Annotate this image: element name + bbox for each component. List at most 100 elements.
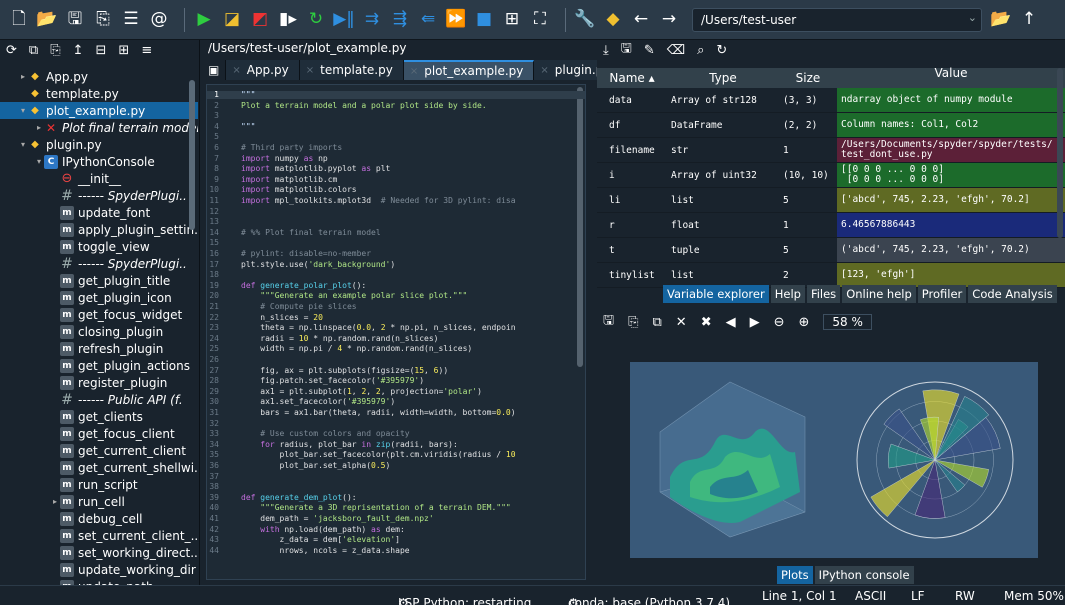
variable-row[interactable]: t tuple 5 ('abcd', 745, 2.23, 'efgh', 70.2) (597, 238, 1065, 263)
pane-tab[interactable]: Plots (777, 566, 813, 584)
tree-item[interactable]: m register_plugin (0, 374, 198, 391)
variable-row[interactable]: df DataFrame (2, 2) Column names: Col1, Col… (597, 113, 1065, 138)
editor-tab[interactable]: × plot_example.py (403, 60, 535, 80)
save-icon[interactable]: 🖫 (621, 39, 632, 61)
maximize-icon[interactable]: ⊞ (501, 9, 523, 31)
tree-item[interactable]: # ------ Public API (f. (0, 391, 198, 408)
erase-icon[interactable]: ⌫ (667, 43, 685, 58)
pane-tab[interactable]: Profiler (917, 285, 967, 303)
import-icon[interactable]: ⤓ (603, 43, 609, 58)
step-icon[interactable]: ⇉ (361, 9, 383, 31)
fullscreen-icon[interactable]: ⛶ (529, 9, 551, 31)
tree-item[interactable]: m apply_plugin_settin.. (0, 221, 198, 238)
tree-item[interactable]: m get_focus_client (0, 425, 198, 442)
zoom-level[interactable]: 58 % (823, 314, 872, 330)
pane-tab[interactable]: Online help (842, 285, 916, 303)
working-directory-combo[interactable]: /Users/test-user ⌄ (692, 7, 982, 32)
save-as-icon[interactable]: ✎ (644, 43, 655, 58)
chevron-icon[interactable]: ▾ (18, 140, 28, 149)
tree-item[interactable]: m refresh_plugin (0, 340, 198, 357)
save-all-icon[interactable]: ⎘ (628, 315, 638, 330)
expand-icon[interactable]: ⊞ (118, 43, 129, 58)
next-icon[interactable]: ▶ (750, 315, 760, 330)
search-icon[interactable]: ⌕ (697, 43, 704, 58)
tree-item[interactable]: m get_clients (0, 408, 198, 425)
tree-item[interactable]: m toggle_view (0, 238, 198, 255)
open-folder-icon[interactable]: 📂 (36, 9, 58, 31)
close-tab-icon[interactable]: × (540, 65, 548, 76)
tree-item[interactable]: ▾ ◆ plot_example.py (0, 102, 198, 119)
at-icon[interactable]: @ (148, 9, 170, 31)
copy-icon[interactable]: ⧉ (652, 315, 661, 330)
column-name[interactable]: Name ▴ (597, 71, 667, 85)
plot-figure[interactable] (630, 362, 1038, 558)
close-tab-icon[interactable]: × (232, 65, 240, 76)
chevron-icon[interactable]: ▸ (34, 123, 44, 132)
refresh-icon[interactable]: ↻ (716, 43, 727, 58)
step-into-icon[interactable]: ⇶ (389, 9, 411, 31)
variable-row[interactable]: r float 1 6.46567886443 (597, 213, 1065, 238)
run-selection-icon[interactable]: ▮▸ (277, 9, 299, 31)
previous-icon[interactable]: ◀ (726, 315, 736, 330)
chevron-icon[interactable]: ▸ (18, 72, 28, 81)
close-tab-icon[interactable]: × (410, 66, 418, 77)
outline-scrollbar[interactable] (189, 80, 195, 230)
editor-tab[interactable]: × template.py (299, 60, 404, 80)
close-tab-icon[interactable]: × (306, 65, 314, 76)
stop-icon[interactable]: ■ (473, 9, 495, 31)
tree-item[interactable]: m get_plugin_title (0, 272, 198, 289)
collapse-icon[interactable]: ⊟ (96, 43, 107, 58)
save-all-icon[interactable]: ⎘ (92, 9, 114, 31)
tree-item[interactable]: m set_current_client_.. (0, 527, 198, 544)
tree-item[interactable]: m get_plugin_icon (0, 289, 198, 306)
run-cell-advance-icon[interactable]: ◩ (249, 9, 271, 31)
run-icon[interactable]: ▶ (193, 9, 215, 31)
variable-row[interactable]: i Array of uint32 (10, 10) [[0 0 0 ... 0 0 … (597, 163, 1065, 188)
tree-item[interactable]: ⊖ __init__ (0, 170, 198, 187)
tree-item[interactable]: m set_working_direct.. (0, 544, 198, 561)
tree-item[interactable]: ▾ ◆ plugin.py (0, 136, 198, 153)
pane-tab[interactable]: IPython console (814, 566, 914, 584)
tree-item[interactable]: # ------ SpyderPlugi.. (0, 187, 198, 204)
tree-item[interactable]: ◆ template.py (0, 85, 198, 102)
tree-item[interactable]: m run_script (0, 476, 198, 493)
continue-icon[interactable]: ⏩ (445, 9, 467, 31)
variable-row[interactable]: filename str 1/Users/Documents/spyder/spyd… (597, 138, 1065, 163)
column-type[interactable]: Type (667, 71, 779, 85)
chevron-icon[interactable]: ▾ (18, 106, 28, 115)
variable-row[interactable]: li list 5 ['abcd', 745, 2.23, 'efgh', 70.2] (597, 188, 1065, 213)
tree-item[interactable]: ▾ C IPythonConsole (0, 153, 198, 170)
tree-item[interactable]: m update_font (0, 204, 198, 221)
pane-tab[interactable]: Files (806, 285, 841, 303)
code-editor[interactable]: 1 """ 2 Plot a terrain model and a polar pl… (206, 84, 586, 580)
tree-item[interactable]: m closing_plugin (0, 323, 198, 340)
browse-tabs-icon[interactable]: ▣ (202, 60, 227, 80)
chevron-icon[interactable]: ▾ (34, 157, 44, 166)
forward-icon[interactable]: → (658, 9, 680, 31)
tree-item[interactable]: ▸ ◆ App.py (0, 68, 198, 85)
tree-item[interactable]: ▸ ✕ Plot final terrain model (0, 119, 198, 136)
menu-icon[interactable]: ≡ (141, 43, 152, 58)
tree-item[interactable]: m debug_cell (0, 510, 198, 527)
pane-tab[interactable]: Variable explorer (663, 285, 769, 303)
zoom-in-icon[interactable]: ⊕ (799, 315, 810, 330)
chevron-down-icon[interactable]: ⌄ (968, 11, 977, 24)
variable-scrollbar[interactable] (1057, 68, 1063, 238)
tree-item[interactable]: m update_working_dir (0, 561, 198, 578)
upload-icon[interactable]: ↥ (73, 43, 84, 58)
new-file-icon[interactable]: 🗋 (8, 9, 30, 31)
column-size[interactable]: Size (779, 71, 837, 85)
chevron-icon[interactable]: ▸ (50, 497, 60, 506)
pane-tab[interactable]: Help (770, 285, 805, 303)
pane-tab[interactable]: Code Analysis (968, 285, 1057, 303)
step-out-icon[interactable]: ⇚ (417, 9, 439, 31)
save-icon[interactable]: 🖫 (64, 9, 86, 31)
save-icon[interactable]: 🖫 (603, 311, 614, 333)
paste-icon[interactable]: ⎘ (50, 43, 60, 58)
back-icon[interactable]: ← (630, 9, 652, 31)
column-value[interactable]: Value (837, 67, 1065, 88)
browse-folder-icon[interactable]: 📂 (990, 9, 1012, 31)
zoom-out-icon[interactable]: ⊖ (774, 315, 785, 330)
variable-row[interactable]: data Array of str128 (3, 3) ndarray object … (597, 88, 1065, 113)
tree-item[interactable]: ▸ m run_cell (0, 493, 198, 510)
